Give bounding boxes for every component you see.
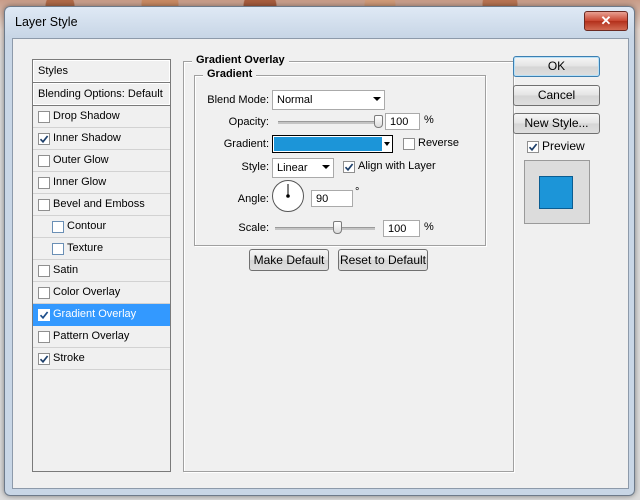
opacity-slider-track[interactable] bbox=[278, 121, 378, 124]
style-checkbox[interactable] bbox=[38, 331, 50, 343]
style-item-label: Color Overlay bbox=[53, 286, 121, 298]
style-checkbox[interactable] bbox=[38, 265, 50, 277]
blend-mode-dropdown[interactable]: Normal bbox=[272, 90, 385, 110]
dialog-client-area: Styles Blending Options: Default Drop Sh… bbox=[12, 38, 629, 489]
gradient-label: Gradient: bbox=[223, 138, 269, 150]
preview-thumbnail bbox=[524, 160, 590, 224]
style-item-label: Outer Glow bbox=[53, 154, 109, 166]
style-item-label: Gradient Overlay bbox=[53, 308, 137, 320]
reverse-label: Reverse bbox=[418, 137, 459, 149]
checkmark-icon bbox=[344, 163, 354, 172]
gradient-picker[interactable] bbox=[272, 135, 393, 153]
blend-mode-label: Blend Mode: bbox=[207, 94, 269, 106]
style-checkbox[interactable] bbox=[38, 353, 50, 365]
checkmark-icon bbox=[528, 143, 538, 152]
layer-style-dialog: Layer Style ✕ Styles Blending Options: D… bbox=[4, 6, 635, 496]
style-item-drop-shadow[interactable]: Drop Shadow bbox=[33, 106, 170, 128]
window-title: Layer Style bbox=[15, 15, 78, 29]
style-checkbox[interactable] bbox=[38, 133, 50, 145]
close-button[interactable]: ✕ bbox=[584, 11, 628, 31]
reverse-checkbox[interactable] bbox=[403, 138, 415, 150]
chevron-down-icon bbox=[384, 142, 390, 146]
style-item-stroke[interactable]: Stroke bbox=[33, 348, 170, 370]
opacity-percent: % bbox=[424, 114, 434, 126]
style-item-satin[interactable]: Satin bbox=[33, 260, 170, 282]
style-item-inner-shadow[interactable]: Inner Shadow bbox=[33, 128, 170, 150]
gradient-group-title: Gradient bbox=[203, 68, 257, 80]
angle-label: Angle: bbox=[237, 193, 269, 205]
checkmark-icon bbox=[39, 135, 49, 144]
style-item-gradient-overlay[interactable]: Gradient Overlay bbox=[33, 304, 170, 326]
style-item-label: Contour bbox=[67, 220, 107, 232]
angle-indicator-icon bbox=[286, 184, 290, 198]
styles-header[interactable]: Styles bbox=[33, 60, 170, 83]
preview-label: Preview bbox=[542, 139, 585, 153]
gradient-style-dropdown[interactable]: Linear bbox=[272, 158, 334, 178]
style-checkbox[interactable] bbox=[38, 287, 50, 299]
style-item-contour[interactable]: Contour bbox=[33, 216, 170, 238]
style-checkbox[interactable] bbox=[38, 155, 50, 167]
style-item-bevel-and-emboss[interactable]: Bevel and Emboss bbox=[33, 194, 170, 216]
style-checkbox[interactable] bbox=[38, 309, 50, 321]
close-icon: ✕ bbox=[600, 13, 612, 28]
blending-options-item[interactable]: Blending Options: Default bbox=[33, 83, 170, 106]
gradient-style-value: Linear bbox=[277, 162, 308, 174]
angle-input[interactable]: 90 bbox=[311, 190, 353, 207]
style-item-label: Drop Shadow bbox=[53, 110, 120, 122]
style-label: Style: bbox=[241, 161, 269, 173]
style-item-label: Inner Shadow bbox=[53, 132, 121, 144]
reset-to-default-button[interactable]: Reset to Default bbox=[338, 249, 428, 271]
style-checkbox[interactable] bbox=[38, 177, 50, 189]
make-default-button[interactable]: Make Default bbox=[249, 249, 329, 271]
preview-swatch bbox=[539, 176, 573, 209]
preview-checkbox[interactable] bbox=[527, 141, 539, 153]
opacity-label: Opacity: bbox=[228, 116, 269, 128]
section-title: Gradient Overlay bbox=[192, 54, 289, 66]
chevron-down-icon bbox=[373, 97, 381, 101]
scale-slider-track[interactable] bbox=[275, 227, 375, 230]
angle-degree: ° bbox=[355, 186, 360, 198]
ok-button[interactable]: OK bbox=[513, 56, 600, 77]
style-item-label: Stroke bbox=[53, 352, 85, 364]
scale-slider-thumb[interactable] bbox=[333, 221, 342, 234]
scale-input[interactable]: 100 bbox=[383, 220, 420, 237]
cancel-button[interactable]: Cancel bbox=[513, 85, 600, 106]
align-with-layer-label: Align with Layer bbox=[358, 160, 436, 172]
style-item-label: Inner Glow bbox=[53, 176, 107, 188]
style-item-label: Pattern Overlay bbox=[53, 330, 130, 342]
new-style-button[interactable]: New Style... bbox=[513, 113, 600, 134]
angle-dial[interactable] bbox=[272, 180, 304, 212]
style-item-texture[interactable]: Texture bbox=[33, 238, 170, 260]
align-with-layer-checkbox[interactable] bbox=[343, 161, 355, 173]
opacity-slider-thumb[interactable] bbox=[374, 115, 383, 128]
style-item-outer-glow[interactable]: Outer Glow bbox=[33, 150, 170, 172]
checkmark-icon bbox=[39, 355, 49, 364]
style-item-label: Bevel and Emboss bbox=[53, 198, 145, 210]
styles-list: Styles Blending Options: Default Drop Sh… bbox=[32, 59, 171, 472]
style-item-label: Satin bbox=[53, 264, 79, 276]
style-item-inner-glow[interactable]: Inner Glow bbox=[33, 172, 170, 194]
scale-percent: % bbox=[424, 221, 434, 233]
opacity-input[interactable]: 100 bbox=[385, 113, 420, 130]
style-checkbox[interactable] bbox=[38, 111, 50, 123]
title-bar[interactable]: Layer Style ✕ bbox=[5, 7, 634, 39]
style-item-pattern-overlay[interactable]: Pattern Overlay bbox=[33, 326, 170, 348]
gradient-swatch bbox=[274, 137, 382, 151]
checkmark-icon bbox=[39, 311, 49, 320]
chevron-down-icon bbox=[322, 165, 330, 169]
style-checkbox[interactable] bbox=[52, 243, 64, 255]
style-item-color-overlay[interactable]: Color Overlay bbox=[33, 282, 170, 304]
scale-label: Scale: bbox=[238, 222, 269, 234]
style-items-container: Drop Shadow Inner Shadow Outer Glow Inner G… bbox=[33, 106, 170, 370]
blend-mode-value: Normal bbox=[277, 94, 313, 106]
style-checkbox[interactable] bbox=[52, 221, 64, 233]
style-checkbox[interactable] bbox=[38, 199, 50, 211]
style-item-label: Texture bbox=[67, 242, 104, 254]
